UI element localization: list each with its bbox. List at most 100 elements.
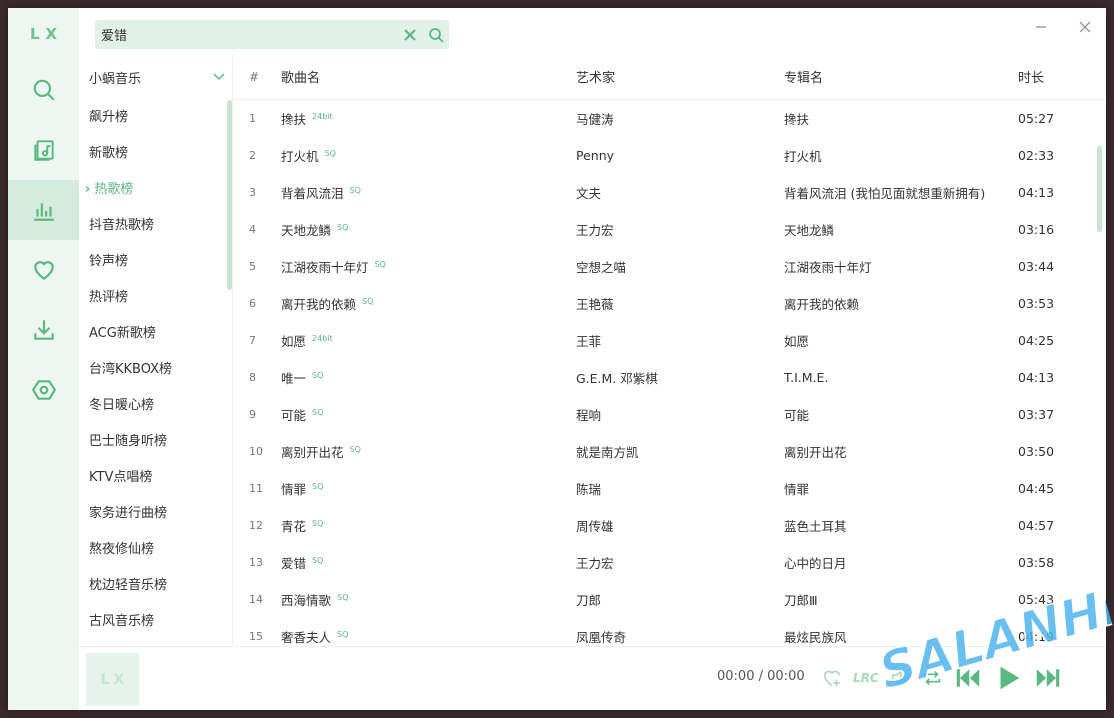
song-table-scrollbar[interactable] <box>1097 146 1102 232</box>
row-duration: 04:45 <box>1018 481 1055 496</box>
top-bar <box>79 8 1106 54</box>
row-artist[interactable]: 王菲 <box>576 331 784 350</box>
header-album[interactable]: 专辑名 <box>784 67 1018 86</box>
header-artist[interactable]: 艺术家 <box>576 67 784 86</box>
row-artist[interactable]: Penny <box>576 148 784 163</box>
play-button[interactable] <box>993 663 1023 693</box>
nav-my-songs[interactable] <box>8 120 79 180</box>
leaderboard-item[interactable]: 抖音热歌榜 <box>79 208 232 244</box>
leaderboard-item[interactable]: 枕边轻音乐榜 <box>79 568 232 604</box>
album-cover[interactable]: LX <box>86 653 139 706</box>
row-album[interactable]: 搀扶 <box>784 109 1018 128</box>
row-artist[interactable]: 文夫 <box>576 183 784 202</box>
leaderboard-scrollbar[interactable] <box>227 100 232 290</box>
row-num: 7 <box>249 334 256 347</box>
row-artist[interactable]: 就是南方凯 <box>576 442 784 461</box>
row-artist[interactable]: 王力宏 <box>576 220 784 239</box>
table-row[interactable]: 3 背着风流泪 SQ 文夫 背着风流泪 (我怕见面就想重新拥有) 04:13 <box>233 174 1106 211</box>
app-logo: LX <box>29 25 64 43</box>
nav-download[interactable] <box>8 300 79 360</box>
table-row[interactable]: 12 青花 SQ 周传雄 蓝色土耳其 04:57 <box>233 507 1106 544</box>
leaderboard-item[interactable]: 飙升榜 <box>79 100 232 136</box>
row-album[interactable]: 江湖夜雨十年灯 <box>784 257 1018 276</box>
leaderboard-item[interactable]: 冬日暖心榜 <box>79 388 232 424</box>
row-album[interactable]: 离别开出花 <box>784 442 1018 461</box>
quality-badge: SQ <box>349 445 361 454</box>
close-window-button[interactable] <box>1074 16 1096 38</box>
row-album[interactable]: 心中的日月 <box>784 553 1018 572</box>
row-artist[interactable]: 陈瑞 <box>576 479 784 498</box>
leaderboard-item[interactable]: ACG新歌榜 <box>79 316 232 352</box>
row-duration: 03:50 <box>1018 444 1055 459</box>
row-album[interactable]: 刀郎Ⅲ <box>784 590 1018 609</box>
search-submit-button[interactable] <box>423 20 449 49</box>
row-album[interactable]: 情罪 <box>784 479 1018 498</box>
leaderboard-item[interactable]: 铃声榜 <box>79 244 232 280</box>
row-album[interactable]: 如愿 <box>784 331 1018 350</box>
row-artist[interactable]: 马健涛 <box>576 109 784 128</box>
table-row[interactable]: 14 西海情歌 SQ 刀郎 刀郎Ⅲ 05:43 <box>233 581 1106 618</box>
song-table: # 歌曲名 艺术家 专辑名 时长 1 搀扶 24bit 马健涛 搀扶 05:27 2 打火机 S… <box>233 54 1106 646</box>
row-song-name: 离开我的依赖 SQ <box>281 294 576 313</box>
table-row[interactable]: 2 打火机 SQ Penny 打火机 02:33 <box>233 137 1106 174</box>
table-row[interactable]: 6 离开我的依赖 SQ 王艳薇 离开我的依赖 03:53 <box>233 285 1106 322</box>
leaderboard-item[interactable]: 台湾KKBOX榜 <box>79 352 232 388</box>
leaderboard-item[interactable]: 热评榜 <box>79 280 232 316</box>
row-album[interactable]: 离开我的依赖 <box>784 294 1018 313</box>
table-row[interactable]: 7 如愿 24bit 王菲 如愿 04:25 <box>233 322 1106 359</box>
lyrics-toggle-button[interactable]: LRC <box>853 671 879 685</box>
row-song-name: 打火机 SQ <box>281 146 576 165</box>
window-controls <box>1030 16 1096 38</box>
nav-settings[interactable] <box>8 360 79 420</box>
row-artist[interactable]: 周传雄 <box>576 516 784 535</box>
table-row[interactable]: 8 唯一 SQ G.E.M. 邓紫棋 T.I.M.E. 04:13 <box>233 359 1106 396</box>
search-input[interactable] <box>95 27 397 42</box>
header-name[interactable]: 歌曲名 <box>281 67 576 86</box>
row-album[interactable]: 可能 <box>784 405 1018 424</box>
row-num: 6 <box>249 297 256 310</box>
table-row[interactable]: 1 搀扶 24bit 马健涛 搀扶 05:27 <box>233 100 1106 137</box>
leaderboard-item[interactable]: 新歌榜 <box>79 136 232 172</box>
nav-favorites[interactable] <box>8 240 79 300</box>
quality-badge: 24bit <box>312 334 333 343</box>
table-row[interactable]: 13 爱错 SQ 王力宏 心中的日月 03:58 <box>233 544 1106 581</box>
row-artist[interactable]: 王力宏 <box>576 553 784 572</box>
row-artist[interactable]: 凤凰传奇 <box>576 627 784 646</box>
row-artist[interactable]: G.E.M. 邓紫棋 <box>576 368 784 387</box>
row-album[interactable]: 蓝色土耳其 <box>784 516 1018 535</box>
row-album[interactable]: 天地龙鳞 <box>784 220 1018 239</box>
table-row[interactable]: 4 天地龙鳞 SQ 王力宏 天地龙鳞 03:16 <box>233 211 1106 248</box>
leaderboard-item[interactable]: 热歌榜 <box>79 172 232 208</box>
source-selector[interactable]: 小蜗音乐 <box>79 54 232 100</box>
nav-rail: LX <box>8 8 79 710</box>
table-row[interactable]: 9 可能 SQ 程响 可能 03:37 <box>233 396 1106 433</box>
clear-search-button[interactable] <box>397 20 423 49</box>
header-duration[interactable]: 时长 <box>1018 67 1098 86</box>
row-artist[interactable]: 王艳薇 <box>576 294 784 313</box>
leaderboard-item[interactable]: KTV点唱榜 <box>79 460 232 496</box>
table-row[interactable]: 10 离别开出花 SQ 就是南方凯 离别开出花 03:50 <box>233 433 1106 470</box>
row-album[interactable]: 打火机 <box>784 146 1018 165</box>
leaderboard-item[interactable]: 古风音乐榜 <box>79 604 232 640</box>
favorite-toggle-button[interactable] <box>821 667 843 689</box>
leaderboard-item[interactable]: 巴士随身听榜 <box>79 424 232 460</box>
table-body: 1 搀扶 24bit 马健涛 搀扶 05:27 2 打火机 SQ Penny 打火机 02:33 3 背着… <box>233 100 1106 646</box>
row-album[interactable]: T.I.M.E. <box>784 370 1018 385</box>
minimize-button[interactable] <box>1030 16 1052 38</box>
repeat-mode-button[interactable] <box>921 667 943 689</box>
row-artist[interactable]: 空想之喵 <box>576 257 784 276</box>
previous-track-button[interactable] <box>953 663 983 693</box>
next-track-button[interactable] <box>1033 663 1063 693</box>
nav-leaderboard[interactable] <box>8 180 79 240</box>
table-row[interactable]: 11 情罪 SQ 陈瑞 情罪 04:45 <box>233 470 1106 507</box>
row-artist[interactable]: 刀郎 <box>576 590 784 609</box>
table-row[interactable]: 15 奢香夫人 SQ 凤凰传奇 最炫民族风 04:19 <box>233 618 1106 646</box>
nav-search[interactable] <box>8 60 79 120</box>
row-artist[interactable]: 程响 <box>576 405 784 424</box>
leaderboard-item[interactable]: 熬夜修仙榜 <box>79 532 232 568</box>
volume-button[interactable] <box>889 667 911 689</box>
table-row[interactable]: 5 江湖夜雨十年灯 SQ 空想之喵 江湖夜雨十年灯 03:44 <box>233 248 1106 285</box>
row-album[interactable]: 背着风流泪 (我怕见面就想重新拥有) <box>784 183 1018 202</box>
leaderboard-item[interactable]: 家务进行曲榜 <box>79 496 232 532</box>
row-album[interactable]: 最炫民族风 <box>784 627 1018 646</box>
